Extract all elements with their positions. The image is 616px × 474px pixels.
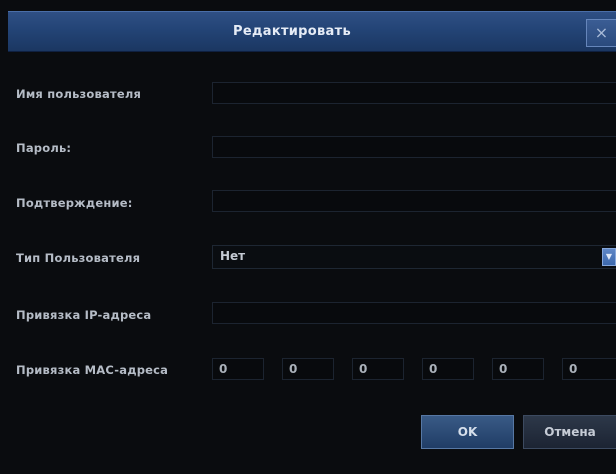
mac-octet-3[interactable]: 0: [352, 358, 404, 380]
dialog-titlebar: Редактировать ×: [8, 11, 616, 52]
confirm-label: Подтверждение:: [16, 196, 133, 210]
user-type-select[interactable]: Нет ▼: [212, 245, 616, 269]
close-button[interactable]: ×: [586, 19, 616, 47]
ok-button[interactable]: OK: [421, 415, 514, 449]
close-icon: ×: [594, 23, 609, 42]
mac-binding-label: Привязка MAC-адреса: [16, 363, 169, 377]
mac-octet-2[interactable]: 0: [282, 358, 334, 380]
mac-octet-1[interactable]: 0: [212, 358, 264, 380]
ip-binding-input[interactable]: [212, 302, 616, 324]
mac-octet-6[interactable]: 0: [562, 358, 616, 380]
edit-user-dialog: Редактировать × Имя пользователя Пароль:…: [0, 0, 616, 474]
mac-octet-4[interactable]: 0: [422, 358, 474, 380]
ip-binding-label: Привязка IP-адреса: [16, 308, 152, 322]
user-type-value: Нет: [220, 249, 246, 263]
user-type-label: Тип Пользователя: [16, 251, 141, 265]
username-input[interactable]: [212, 82, 616, 104]
confirm-password-input[interactable]: [212, 190, 616, 212]
cancel-button[interactable]: Отмена: [523, 415, 616, 449]
mac-octet-5[interactable]: 0: [492, 358, 544, 380]
dialog-title: Редактировать: [233, 24, 351, 39]
password-input[interactable]: [212, 136, 616, 158]
password-label: Пароль:: [16, 141, 72, 155]
username-label: Имя пользователя: [16, 87, 142, 101]
chevron-down-icon[interactable]: ▼: [602, 248, 616, 266]
